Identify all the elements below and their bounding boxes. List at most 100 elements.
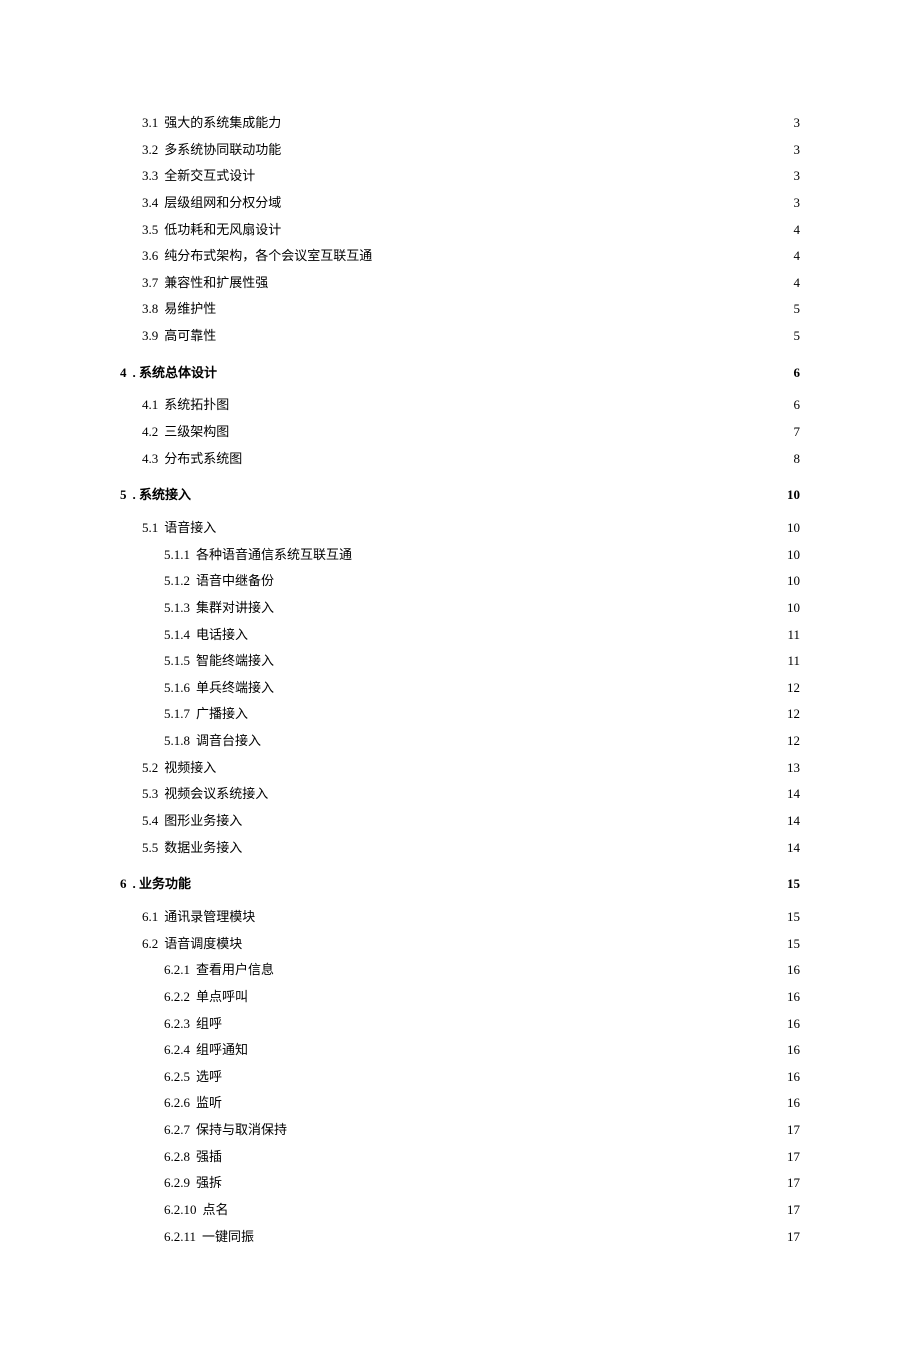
toc-entry-number: 3.1 — [142, 110, 158, 137]
toc-entry: 3.5低功耗和无风扇设计4 — [142, 217, 800, 244]
toc-entry-page: 12 — [787, 728, 800, 755]
toc-entry-title: 广播接入 — [196, 701, 248, 728]
toc-entry-page: 5 — [794, 296, 801, 323]
toc-entry-page: 4 — [794, 217, 801, 244]
toc-entry-title: 组呼通知 — [196, 1037, 248, 1064]
toc-entry: 3.1强大的系统集成能力3 — [142, 110, 800, 137]
toc-entry: 6.1通讯录管理模块15 — [142, 904, 800, 931]
toc-entry-page: 17 — [787, 1117, 800, 1144]
toc-entry: 5.2视频接入13 — [142, 755, 800, 782]
toc-entry-title: 通讯录管理模块 — [164, 904, 255, 931]
toc-entry-page: 3 — [794, 110, 801, 137]
toc-entry-number: 3.7 — [142, 270, 158, 297]
toc-entry-title: 各种语音通信系统互联互通 — [196, 542, 352, 569]
toc-entry-title: 集群对讲接入 — [196, 595, 274, 622]
toc-entry-page: 10 — [787, 482, 800, 509]
toc-entry-page: 14 — [787, 835, 800, 862]
toc-entry-page: 7 — [794, 419, 801, 446]
toc-entry: 6.2.5选呼16 — [164, 1064, 800, 1091]
toc-entry-number: 6 — [120, 871, 127, 898]
toc-entry-number: 6.2.7 — [164, 1117, 190, 1144]
toc-entry-page: 17 — [787, 1144, 800, 1171]
table-of-contents: 3.1强大的系统集成能力33.2多系统协同联动功能33.3 全新交互式设计 3 3.4… — [120, 110, 800, 1250]
toc-entry: 6.2.4组呼通知16 — [164, 1037, 800, 1064]
toc-entry-number: 6.2.5 — [164, 1064, 190, 1091]
toc-entry: 5.1.8调音台接入12 — [164, 728, 800, 755]
toc-entry-number: 4 — [120, 360, 127, 387]
toc-entry-number: 5.2 — [142, 755, 158, 782]
toc-entry-number: 6.2.2 — [164, 984, 190, 1011]
toc-entry-page: 17 — [787, 1197, 800, 1224]
toc-entry-page: 12 — [787, 675, 800, 702]
toc-entry: 5.5数据业务接入14 — [142, 835, 800, 862]
toc-entry-page: 16 — [787, 957, 800, 984]
toc-entry-page: 12 — [787, 701, 800, 728]
toc-entry-number: 6.2.10 — [164, 1197, 197, 1224]
toc-entry: 6.2.11一键同振17 — [164, 1224, 800, 1251]
toc-entry-title: . 系统接入 — [133, 482, 192, 509]
toc-entry-page: 10 — [787, 568, 800, 595]
toc-entry-page: 16 — [787, 1090, 800, 1117]
toc-entry-title: 兼容性和扩展性强 — [164, 270, 268, 297]
toc-entry: 4.3分布式系统图8 — [142, 446, 800, 473]
toc-entry: 5.3视频会议系统接入14 — [142, 781, 800, 808]
toc-entry: 5. 系统接入 10 — [120, 482, 800, 509]
toc-entry: 4.2三级架构图7 — [142, 419, 800, 446]
toc-entry-number: 5.1 — [142, 515, 158, 542]
toc-entry-title: 语音中继备份 — [196, 568, 274, 595]
toc-entry-page: 16 — [787, 1011, 800, 1038]
toc-entry: 5.1语音接入10 — [142, 515, 800, 542]
toc-entry-title: 多系统协同联动功能 — [164, 137, 281, 164]
toc-entry-page: 6 — [794, 360, 801, 387]
toc-entry: 5.1.2语音中继备份 10 — [164, 568, 800, 595]
toc-entry: 5.1.1各种语音通信系统互联互通 10 — [164, 542, 800, 569]
toc-entry-page: 6 — [794, 392, 801, 419]
toc-entry: 3.3全新交互式设计3 — [142, 163, 800, 190]
toc-entry-page: 16 — [787, 984, 800, 1011]
toc-entry-title: 单兵终端接入 — [196, 675, 274, 702]
toc-entry-number: 6.2.9 — [164, 1170, 190, 1197]
toc-entry-title: 纯分布式架构，各个会议室互联互通 — [164, 243, 372, 270]
toc-entry-number: 4.1 — [142, 392, 158, 419]
toc-entry: 3.4层级组网和分权分域3 — [142, 190, 800, 217]
toc-entry-title: 调音台接入 — [196, 728, 261, 755]
toc-entry-number: 5.1.2 — [164, 568, 190, 595]
toc-entry-number: 6.1 — [142, 904, 158, 931]
toc-entry: 6.2.8强插17 — [164, 1144, 800, 1171]
toc-entry: 5.1.6单兵终端接入12 — [164, 675, 800, 702]
toc-entry-page: 5 — [794, 323, 801, 350]
toc-entry-page: 4 — [794, 243, 801, 270]
toc-entry: 5.1.5智能终端接入11 — [164, 648, 800, 675]
toc-entry: 6.2.1查看用户信息16 — [164, 957, 800, 984]
toc-entry-title: 视频会议系统接入 — [164, 781, 268, 808]
toc-entry-number: 5.1.3 — [164, 595, 190, 622]
toc-entry-title: 查看用户信息 — [196, 957, 274, 984]
toc-entry: 3.7兼容性和扩展性强4 — [142, 270, 800, 297]
toc-entry-title: 系统拓扑图 — [164, 392, 229, 419]
toc-entry: 6.2.10点名17 — [164, 1197, 800, 1224]
toc-entry-page: 16 — [787, 1064, 800, 1091]
toc-entry-title: 组呼 — [196, 1011, 222, 1038]
toc-entry-number: 6.2.6 — [164, 1090, 190, 1117]
toc-entry-title: 全新交互式设计 — [164, 163, 255, 190]
toc-entry-number: 3.9 — [142, 323, 158, 350]
toc-entry-title: 语音调度模块 — [164, 931, 242, 958]
toc-entry-number: 5.1.1 — [164, 542, 190, 569]
toc-entry: 5.1.3集群对讲接入10 — [164, 595, 800, 622]
toc-entry: 5.1.7广播接入12 — [164, 701, 800, 728]
toc-entry-number: 3.3 — [142, 163, 158, 190]
toc-entry-title: . 业务功能 — [133, 871, 192, 898]
toc-entry-number: 5.1.5 — [164, 648, 190, 675]
toc-entry-title: 语音接入 — [164, 515, 216, 542]
toc-entry: 6. 业务功能15 — [120, 871, 800, 898]
toc-entry-number: 5 — [120, 482, 127, 509]
toc-entry: 3.2多系统协同联动功能3 — [142, 137, 800, 164]
toc-entry-number: 5.1.4 — [164, 622, 190, 649]
toc-entry-page: 10 — [787, 542, 800, 569]
toc-entry-title: 强拆 — [196, 1170, 222, 1197]
toc-entry-title: 强插 — [196, 1144, 222, 1171]
toc-entry: 6.2.9强拆17 — [164, 1170, 800, 1197]
toc-entry-number: 3.6 — [142, 243, 158, 270]
toc-entry: 5.1.4电话接入11 — [164, 622, 800, 649]
toc-entry: 6.2语音调度模块15 — [142, 931, 800, 958]
